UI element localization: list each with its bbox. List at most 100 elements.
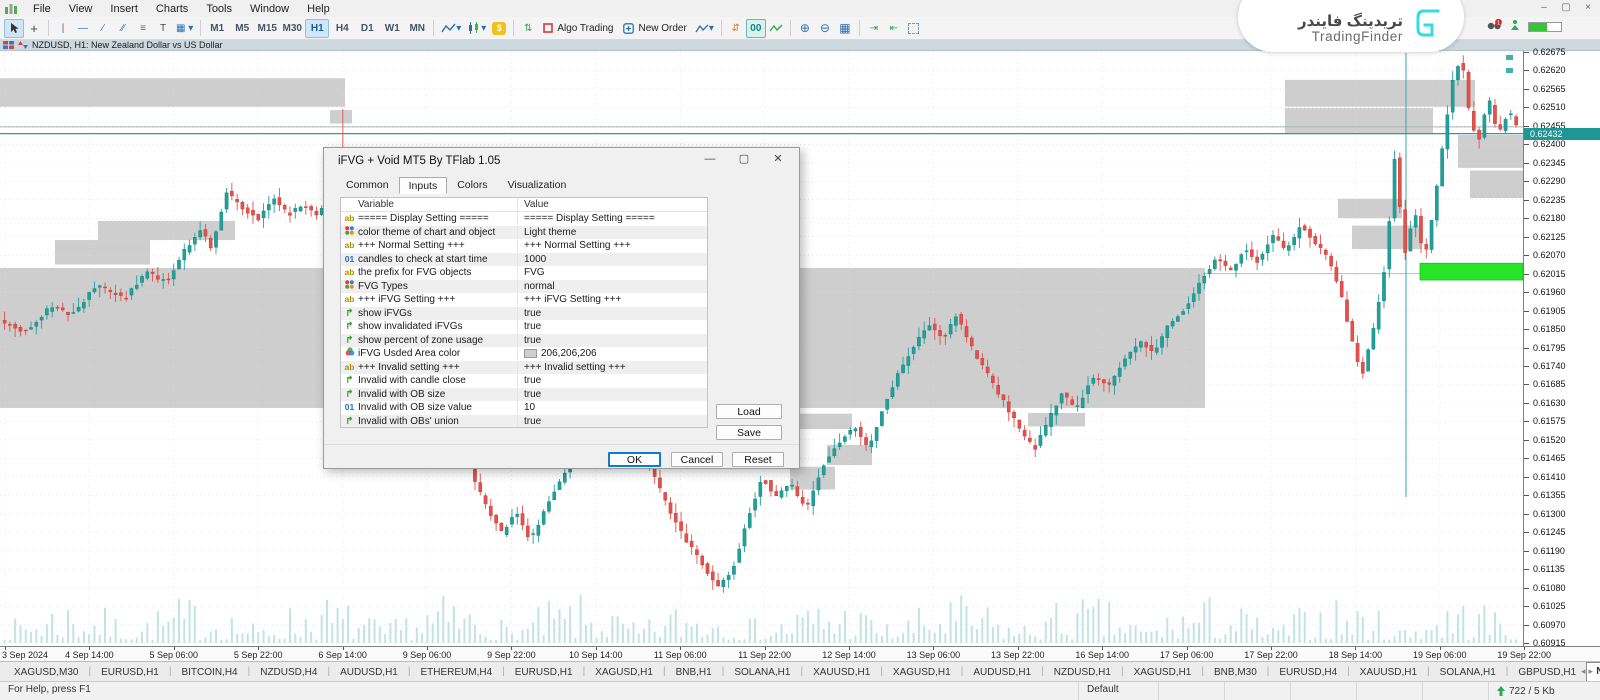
window-close-button[interactable]: × [1582, 1, 1594, 15]
param-row[interactable]: ↱show percent of zone usagetrue [341, 334, 707, 348]
symbol-tab-BITCOIN-H4[interactable]: BITCOIN,H4 [171, 664, 247, 681]
chart-shift-button[interactable]: ⇥ [864, 19, 884, 38]
symbol-tab-ETHEREUM-H4[interactable]: ETHEREUM,H4 [410, 664, 502, 681]
text-tool-button[interactable]: T [153, 19, 173, 38]
param-row[interactable]: ab+++ Invalid setting ++++++ Invalid set… [341, 361, 707, 375]
window-minimize-button[interactable]: – [1538, 1, 1550, 15]
dialog-tab-visualization[interactable]: Visualization [498, 176, 577, 193]
timeframe-W1[interactable]: W1 [380, 19, 404, 38]
param-row[interactable]: ↱Invalid with OB sizetrue [341, 388, 707, 402]
dialog-title-bar[interactable]: iFVG + Void MT5 By TFlab 1.05 — ▢ ✕ [324, 148, 799, 174]
param-row[interactable]: 01candles to check at start time1000 [341, 253, 707, 267]
cursor-tool-button[interactable] [4, 19, 24, 38]
timeframe-M15[interactable]: M15 [255, 19, 279, 38]
bars-count-toggle[interactable]: 00 [746, 19, 766, 38]
param-row[interactable]: abthe prefix for FVG objectsFVG [341, 266, 707, 280]
tab-scroll-arrows[interactable]: ◂▸ [1581, 666, 1596, 677]
dialog-maximize-button[interactable]: ▢ [727, 148, 761, 170]
param-value[interactable]: true [517, 374, 707, 387]
param-row[interactable]: ↱show invalidated iFVGstrue [341, 320, 707, 334]
param-value[interactable]: +++ iFVG Setting +++ [517, 293, 707, 306]
load-button[interactable]: Load [716, 404, 782, 419]
param-row[interactable]: ↱Invalid with OBs' uniontrue [341, 415, 707, 429]
param-row[interactable]: FVG Typesnormal [341, 280, 707, 294]
trade-levels-button[interactable]: ⇵ [726, 19, 746, 38]
param-value[interactable]: true [517, 388, 707, 401]
indicators-button[interactable]: ▾ [692, 19, 717, 38]
chart-area[interactable]: 0.62432 0.626750.626200.625650.625100.62… [0, 51, 1600, 646]
candle-chart-type-button[interactable]: ▾ [464, 19, 489, 38]
symbol-tab-SOLANA-H1[interactable]: SOLANA,H1 [724, 664, 800, 681]
algo-trading-button[interactable]: Algo Trading [538, 19, 618, 38]
tile-windows-button[interactable]: ▦ [835, 19, 855, 38]
notifications-icon[interactable]: 1 [1486, 19, 1502, 34]
auto-scroll-button[interactable]: ⇤ [884, 19, 904, 38]
menu-file[interactable]: File [24, 2, 60, 16]
symbol-tab-XAGUSD-H1[interactable]: XAGUSD,H1 [883, 664, 961, 681]
symbol-tab-EURUSD-H1[interactable]: EURUSD,H1 [91, 664, 169, 681]
dialog-tab-colors[interactable]: Colors [447, 176, 497, 193]
timeframe-H4[interactable]: H4 [330, 19, 354, 38]
menu-help[interactable]: Help [298, 2, 339, 16]
param-value[interactable]: +++ Normal Setting +++ [517, 239, 707, 252]
new-order-button[interactable]: New Order [618, 19, 691, 38]
symbol-tab-EURUSD-H4[interactable]: EURUSD,H4 [1269, 664, 1347, 681]
symbol-tab-XAUUSD-H1[interactable]: XAUUSD,H1 [1350, 664, 1427, 681]
profile-cell[interactable]: Default [1078, 682, 1158, 700]
dialog-minimize-button[interactable]: — [693, 148, 727, 170]
timeframe-D1[interactable]: D1 [355, 19, 379, 38]
param-value[interactable]: +++ Invalid setting +++ [517, 361, 707, 374]
symbol-tab-NZDUSD-H1[interactable]: NZDUSD,H1 [1044, 664, 1121, 681]
channel-tool-button[interactable]: ∕∕ [113, 19, 133, 38]
dialog-tab-common[interactable]: Common [336, 176, 399, 193]
window-restore-button[interactable]: ▢ [1560, 1, 1572, 15]
param-value[interactable]: true [517, 320, 707, 333]
cancel-button[interactable]: Cancel [671, 452, 723, 467]
symbol-tab-AUDUSD-H1[interactable]: AUDUSD,H1 [963, 664, 1041, 681]
menu-window[interactable]: Window [241, 2, 298, 16]
param-row[interactable]: 01Invalid with OB size value10 [341, 401, 707, 415]
param-value[interactable]: true [517, 334, 707, 347]
dialog-close-button[interactable]: ✕ [761, 148, 795, 170]
profit-display-button[interactable]: $ [489, 19, 509, 38]
param-value[interactable]: ===== Display Setting ===== [517, 212, 707, 225]
timeframe-H1[interactable]: H1 [305, 19, 329, 38]
menu-insert[interactable]: Insert [101, 2, 147, 16]
symbol-tab-BNB-H1[interactable]: BNB,H1 [666, 664, 722, 681]
param-row[interactable]: ab+++ iFVG Setting ++++++ iFVG Setting +… [341, 293, 707, 307]
symbol-tab-AUDUSD-H1[interactable]: AUDUSD,H1 [330, 664, 408, 681]
param-value[interactable]: true [517, 415, 707, 428]
menu-charts[interactable]: Charts [147, 2, 197, 16]
trendline-tool-button[interactable]: ∕ [93, 19, 113, 38]
time-axis[interactable]: 3 Sep 20244 Sep 14:005 Sep 06:005 Sep 22… [0, 646, 1600, 661]
zigzag-icon[interactable] [766, 19, 786, 38]
vertical-line-tool-button[interactable]: | [53, 19, 73, 38]
symbol-tab-XAGUSD-H1[interactable]: XAGUSD,H1 [585, 664, 663, 681]
symbol-tab-XAGUSD-H1[interactable]: XAGUSD,H1 [1124, 664, 1202, 681]
symbol-tab-EURUSD-H1[interactable]: EURUSD,H1 [505, 664, 583, 681]
symbol-tab-XAGUSD-M30[interactable]: XAGUSD,M30 [4, 664, 88, 681]
timeframe-MN[interactable]: MN [405, 19, 429, 38]
param-value[interactable]: true [517, 307, 707, 320]
zoom-out-button[interactable]: ⊖ [815, 19, 835, 38]
menu-view[interactable]: View [60, 2, 102, 16]
symbol-tab-GBPUSD-H1[interactable]: GBPUSD,H1 [1508, 664, 1586, 681]
param-value[interactable]: 10 [517, 401, 707, 414]
param-value[interactable]: normal [517, 280, 707, 293]
param-row[interactable]: ab===== Display Setting ========== Displ… [341, 212, 707, 226]
zoom-in-button[interactable]: ⊕ [795, 19, 815, 38]
ok-button[interactable]: OK [608, 452, 661, 467]
timeframe-M30[interactable]: M30 [280, 19, 304, 38]
menu-tools[interactable]: Tools [197, 2, 241, 16]
reset-button[interactable]: Reset [732, 452, 784, 467]
param-value[interactable]: 1000 [517, 253, 707, 266]
shapes-tool-button[interactable]: ▦ ▾ [173, 19, 196, 38]
param-value[interactable]: FVG [517, 266, 707, 279]
param-value[interactable]: Light theme [517, 226, 707, 239]
timeframe-M5[interactable]: M5 [230, 19, 254, 38]
crosshair-tool-button[interactable]: + [24, 19, 44, 38]
symbol-tab-SOLANA-H1[interactable]: SOLANA,H1 [1430, 664, 1506, 681]
save-button[interactable]: Save [716, 425, 782, 440]
price-axis[interactable]: 0.62432 0.626750.626200.625650.625100.62… [1523, 51, 1600, 646]
equidistant-channel-tool-button[interactable]: ≡ [133, 19, 153, 38]
